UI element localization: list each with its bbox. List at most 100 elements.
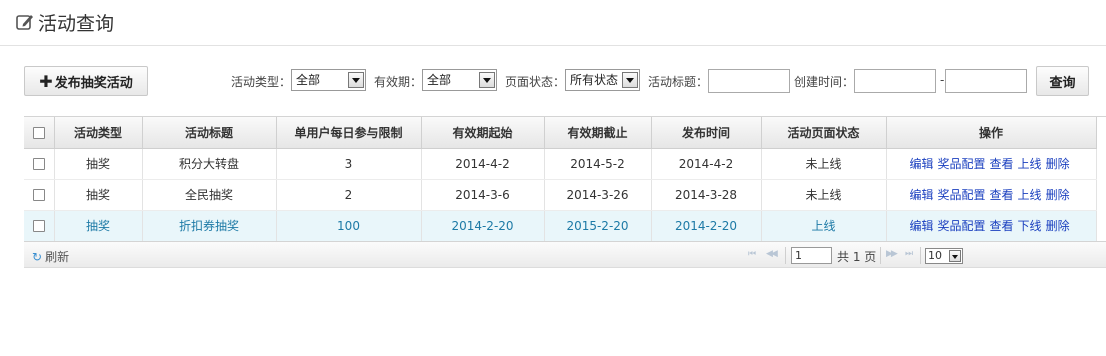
select-all-checkbox[interactable]	[32, 126, 45, 139]
select-all-cell	[24, 117, 55, 149]
limit-cell: 3	[276, 148, 422, 180]
title-cell: 全民抽奖	[142, 179, 277, 211]
filter-toolbar: ✚ 发布抽奖活动 活动类型： 全部 有效期： 全部 页面状态： 所有状态 活动标…	[0, 64, 1106, 98]
activity-type-value: 全部	[296, 73, 321, 87]
prev-page-icon[interactable]: ◀◀	[766, 249, 778, 259]
column-header[interactable]: 活动标题	[142, 117, 277, 149]
edit-link[interactable]: 编辑	[910, 157, 934, 171]
row-select-cell	[24, 210, 55, 242]
pager-divider	[880, 247, 881, 264]
refresh-label: 刷新	[45, 250, 70, 264]
publish-online-link[interactable]: 上线	[1018, 157, 1042, 171]
view-link[interactable]: 查看	[990, 219, 1014, 233]
title-cell: 折扣券抽奖	[142, 210, 277, 242]
publish-date-cell: 2014-3-28	[651, 179, 762, 211]
type-cell: 抽奖	[54, 210, 143, 242]
start-date-cell: 2014-4-2	[421, 148, 545, 180]
column-header[interactable]: 发布时间	[651, 117, 762, 149]
plus-icon: ✚	[39, 71, 53, 91]
table-row[interactable]: 抽奖 积分大转盘 3 2014-4-2 2014-5-2 2014-4-2 未上线 编辑 奖品配…	[24, 148, 1097, 180]
pagination-bar: ↻ 刷新 ⏮ ◀◀ 1 共 1 页 ▶▶ ⏭ 10	[24, 241, 1106, 268]
column-header[interactable]: 单用户每日参与限制	[276, 117, 422, 149]
last-page-icon[interactable]: ⏭	[905, 249, 913, 259]
publish-lottery-button[interactable]: ✚ 发布抽奖活动	[24, 66, 148, 96]
dropdown-arrow-icon	[949, 250, 961, 262]
take-offline-link[interactable]: 下线	[1018, 219, 1042, 233]
limit-cell: 100	[276, 210, 422, 242]
status-cell: 上线	[761, 210, 887, 242]
pager-divider	[785, 247, 786, 264]
prize-config-link[interactable]: 奖品配置	[938, 219, 986, 233]
row-select-cell	[24, 148, 55, 180]
column-header[interactable]: 活动页面状态	[761, 117, 887, 149]
publish-date-cell: 2014-2-20	[651, 210, 762, 242]
actions-cell: 编辑 奖品配置 查看 上线 删除	[886, 148, 1097, 180]
start-date-cell: 2014-2-20	[421, 210, 545, 242]
activity-type-select[interactable]: 全部	[291, 69, 366, 91]
page-size-select[interactable]: 10	[925, 248, 963, 264]
end-date-cell: 2015-2-20	[544, 210, 652, 242]
start-date-cell: 2014-3-6	[421, 179, 545, 211]
pager-divider	[920, 247, 921, 264]
row-checkbox[interactable]	[32, 220, 45, 232]
limit-cell: 2	[276, 179, 422, 211]
publish-lottery-label: 发布抽奖活动	[54, 75, 133, 91]
activity-grid: 活动类型 活动标题 单用户每日参与限制 有效期起始 有效期截止 发布时间 活动页…	[24, 116, 1106, 242]
query-button[interactable]: 查询	[1036, 66, 1089, 96]
page-title: 活动查询	[38, 13, 115, 35]
page-number-input[interactable]: 1	[791, 247, 832, 264]
table-row[interactable]: 抽奖 全民抽奖 2 2014-3-6 2014-3-26 2014-3-28 未上线 编辑 奖品…	[24, 179, 1097, 211]
dropdown-arrow-icon	[348, 72, 364, 88]
dropdown-arrow-icon	[622, 72, 638, 88]
date-range-separator: -	[940, 73, 945, 87]
row-select-cell	[24, 179, 55, 211]
page-status-value: 所有状态	[570, 73, 619, 87]
status-cell: 未上线	[761, 148, 887, 180]
status-cell: 未上线	[761, 179, 887, 211]
actions-cell: 编辑 奖品配置 查看 上线 删除	[886, 179, 1097, 211]
column-header[interactable]: 活动类型	[54, 117, 143, 149]
page-header: 活动查询	[0, 0, 1106, 46]
column-header: 操作	[886, 117, 1097, 149]
next-page-icon[interactable]: ▶▶	[886, 249, 898, 259]
edit-link[interactable]: 编辑	[910, 188, 934, 202]
activity-title-input[interactable]	[708, 69, 790, 93]
dropdown-arrow-icon	[479, 72, 495, 88]
delete-link[interactable]: 删除	[1046, 157, 1070, 171]
view-link[interactable]: 查看	[990, 188, 1014, 202]
column-header[interactable]: 有效期起始	[421, 117, 545, 149]
edit-link[interactable]: 编辑	[910, 219, 934, 233]
validity-value: 全部	[427, 73, 452, 87]
refresh-icon: ↻	[32, 249, 43, 264]
first-page-icon[interactable]: ⏮	[748, 249, 756, 259]
page-status-label: 页面状态：	[505, 75, 566, 89]
refresh-button[interactable]: ↻ 刷新	[32, 248, 69, 265]
column-header[interactable]: 有效期截止	[544, 117, 652, 149]
view-link[interactable]: 查看	[990, 157, 1014, 171]
create-time-start-input[interactable]	[854, 69, 936, 93]
create-time-label: 创建时间：	[794, 75, 855, 89]
row-checkbox[interactable]	[32, 158, 45, 170]
validity-select[interactable]: 全部	[422, 69, 497, 91]
validity-label: 有效期：	[374, 75, 423, 89]
publish-online-link[interactable]: 上线	[1018, 188, 1042, 202]
prize-config-link[interactable]: 奖品配置	[938, 188, 986, 202]
create-time-end-input[interactable]	[945, 69, 1027, 93]
page-total: 共 1 页	[837, 250, 877, 264]
table-row[interactable]: 抽奖 折扣券抽奖 100 2014-2-20 2015-2-20 2014-2-20 上线编…	[24, 210, 1097, 242]
activity-table: 活动类型 活动标题 单用户每日参与限制 有效期起始 有效期截止 发布时间 活动页…	[24, 117, 1097, 242]
page-size-value: 10	[928, 249, 942, 262]
prize-config-link[interactable]: 奖品配置	[938, 157, 986, 171]
publish-date-cell: 2014-4-2	[651, 148, 762, 180]
type-cell: 抽奖	[54, 179, 143, 211]
activity-type-label: 活动类型：	[231, 75, 292, 89]
type-cell: 抽奖	[54, 148, 143, 180]
delete-link[interactable]: 删除	[1046, 219, 1070, 233]
activity-title-label: 活动标题：	[648, 75, 709, 89]
row-checkbox[interactable]	[32, 189, 45, 201]
delete-link[interactable]: 删除	[1046, 188, 1070, 202]
end-date-cell: 2014-5-2	[544, 148, 652, 180]
end-date-cell: 2014-3-26	[544, 179, 652, 211]
edit-icon	[16, 15, 33, 30]
page-status-select[interactable]: 所有状态	[565, 69, 640, 91]
